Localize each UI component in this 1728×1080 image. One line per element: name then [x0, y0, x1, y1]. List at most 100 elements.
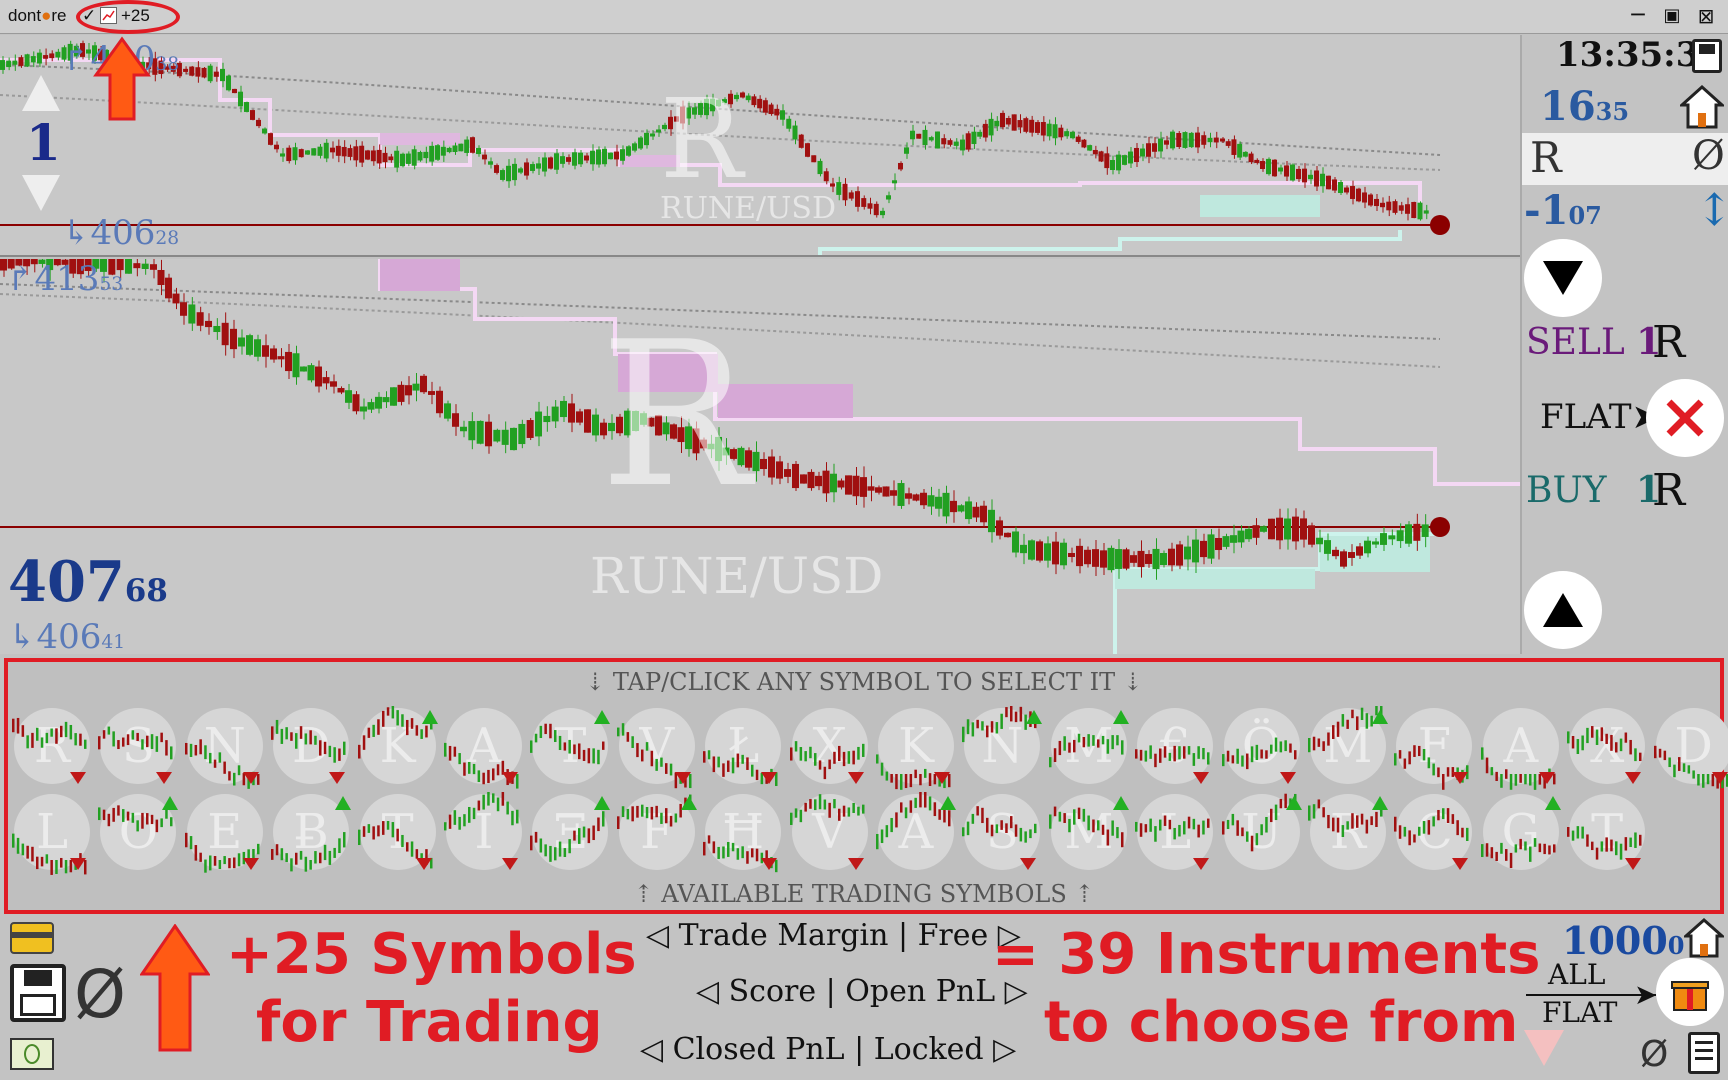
- close-icon[interactable]: ⊠: [1694, 4, 1718, 28]
- symbol-tile[interactable]: E: [181, 792, 263, 873]
- symbol-tile[interactable]: K: [872, 706, 954, 790]
- symbol-tile[interactable]: F: [613, 792, 697, 872]
- trade-margin-toggle[interactable]: ◁ Trade Margin | Free ▷: [646, 918, 1021, 953]
- symbol-tile[interactable]: R: [8, 706, 90, 786]
- minimize-icon[interactable]: ─: [1626, 4, 1650, 28]
- symbol-tile[interactable]: L: [8, 792, 90, 875]
- symbol-tile[interactable]: I: [440, 792, 522, 872]
- top-chart[interactable]: R RUNE/USD ↱43038 ↳40628 1: [0, 35, 1520, 257]
- trend-down-icon: [242, 772, 259, 784]
- step-up-icon[interactable]: [22, 75, 60, 111]
- trend-down-icon: [1625, 858, 1642, 870]
- all-label[interactable]: ALL: [1548, 958, 1605, 991]
- symbol-tile[interactable]: M: [1045, 792, 1129, 872]
- balance-label: 10000: [1562, 918, 1685, 963]
- sell-symbol: R: [1652, 317, 1686, 368]
- symbol-tile[interactable]: S: [94, 706, 177, 786]
- symbol-tile[interactable]: T: [354, 792, 436, 872]
- sell-arrow-button[interactable]: [1524, 239, 1602, 317]
- symbol-tile[interactable]: Ƀ: [267, 792, 352, 872]
- symbol-tile[interactable]: A: [1477, 706, 1559, 790]
- symbol-tile[interactable]: T: [526, 706, 611, 786]
- trend-down-icon: [502, 858, 518, 870]
- symbol-tile[interactable]: S: [958, 792, 1041, 872]
- symbol-tile[interactable]: T: [1563, 792, 1646, 872]
- symbol-sparkline: [1394, 745, 1469, 790]
- top-watermark-symbol: RUNE/USD: [660, 191, 837, 226]
- main-high-label: ↱41353: [6, 259, 124, 299]
- symbol-sparkline: [1567, 826, 1642, 870]
- symbol-tile[interactable]: V: [786, 792, 868, 872]
- flat-label[interactable]: FLAT➤: [1540, 397, 1660, 437]
- score-toggle[interactable]: ◁ Score | Open PnL ▷: [696, 974, 1028, 1009]
- symbol-tile[interactable]: €: [1131, 706, 1214, 786]
- trend-down-icon: [1193, 772, 1210, 784]
- trend-up-icon: [1544, 796, 1561, 810]
- symbol-tile[interactable]: D: [1650, 706, 1728, 789]
- symbol-sparkline: [271, 719, 346, 784]
- main-chart[interactable]: R RUNE/USD ↱41353 40768 ↳40641: [0, 259, 1520, 654]
- ledger-icon[interactable]: [1688, 1032, 1720, 1074]
- trend-down-icon: [847, 858, 864, 870]
- home-icon[interactable]: [1680, 85, 1724, 129]
- symbol-sparkline: [530, 796, 611, 862]
- flat-close-button[interactable]: [1646, 379, 1724, 457]
- symbol-tile[interactable]: V: [613, 706, 695, 789]
- symbol-tile[interactable]: Ξ: [526, 792, 611, 872]
- symbol-sparkline: [1567, 726, 1642, 784]
- symbol-tile[interactable]: F: [1390, 706, 1473, 790]
- flat-all-label[interactable]: FLAT: [1542, 996, 1617, 1029]
- main-price-label: 40768: [8, 549, 168, 615]
- trend-up-icon: [335, 796, 352, 810]
- symbol-tile[interactable]: L: [1131, 792, 1214, 872]
- symbol-tile[interactable]: A: [872, 792, 956, 872]
- symbol-tile[interactable]: M: [1304, 706, 1388, 786]
- credit-card-icon[interactable]: [10, 922, 54, 954]
- symbol-tile[interactable]: C: [1390, 792, 1473, 872]
- flame-icon: ●: [41, 6, 52, 25]
- symbol-tile[interactable]: X: [786, 706, 868, 786]
- maximize-icon[interactable]: ▣: [1660, 4, 1684, 28]
- symbol-tile[interactable]: X: [1563, 706, 1646, 786]
- symbol-tile[interactable]: R: [1304, 792, 1388, 872]
- symbol-tile[interactable]: Ö: [1218, 706, 1300, 786]
- symbol-tile[interactable]: U: [1218, 792, 1302, 872]
- sell-label[interactable]: SELL 1: [1526, 321, 1661, 363]
- trend-down-icon: [329, 772, 346, 784]
- symbol-sparkline: [184, 832, 260, 873]
- symbol-tile[interactable]: Ł: [699, 706, 782, 787]
- trend-down-icon: [1193, 858, 1210, 870]
- symbol-tile[interactable]: N: [181, 706, 263, 789]
- symbol-tile[interactable]: Ħ: [699, 792, 782, 873]
- save-icon[interactable]: [1692, 39, 1722, 73]
- promo-line-2: for Trading: [256, 990, 603, 1055]
- buy-label[interactable]: BUY 1: [1526, 469, 1661, 511]
- symbol-tile[interactable]: O: [94, 792, 179, 872]
- home-small-icon[interactable]: [1684, 918, 1724, 958]
- symbol-tile[interactable]: N: [958, 706, 1043, 786]
- symbol-sparkline: [357, 706, 438, 759]
- symbol-sparkline: [876, 754, 951, 790]
- symbol-tile[interactable]: M: [1045, 706, 1129, 786]
- updown-icon[interactable]: ↕: [1696, 185, 1728, 236]
- symbol-sparkline: [789, 741, 865, 784]
- trend-up-icon: [594, 710, 611, 724]
- symbol-tile[interactable]: K: [354, 706, 438, 786]
- cash-icon[interactable]: [10, 1038, 54, 1070]
- gift-button[interactable]: [1656, 958, 1724, 1026]
- symbol-row[interactable]: R Ø: [1522, 133, 1728, 185]
- symbol-sparkline: [1048, 796, 1129, 848]
- save-disk-icon[interactable]: [10, 964, 66, 1022]
- symbol-sparkline: [703, 835, 778, 873]
- pink-down-icon[interactable]: [1524, 1030, 1564, 1066]
- closed-pnl-toggle[interactable]: ◁ Closed PnL | Locked ▷: [640, 1032, 1016, 1067]
- gift-icon: [1671, 981, 1709, 1011]
- trend-up-icon: [1372, 710, 1388, 724]
- symbol-tile[interactable]: G: [1477, 792, 1561, 872]
- promo-line-3: = 39 Instruments: [992, 922, 1541, 987]
- step-down-icon[interactable]: [22, 175, 60, 211]
- buy-arrow-button[interactable]: [1524, 571, 1602, 649]
- symbol-sparkline: [1394, 808, 1469, 870]
- symbol-tile[interactable]: D: [267, 706, 350, 786]
- symbol-tile[interactable]: A: [440, 706, 522, 789]
